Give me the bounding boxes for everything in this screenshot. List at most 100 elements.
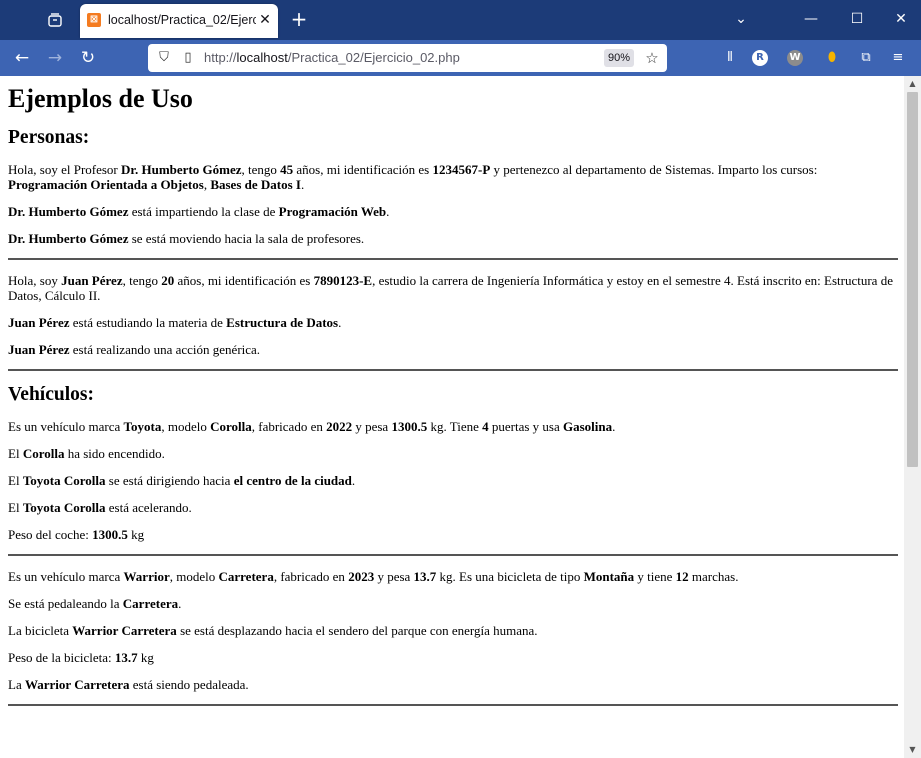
text-run: y tiene bbox=[634, 569, 676, 584]
bold-value: 12 bbox=[675, 569, 689, 584]
bold-value: Warrior bbox=[123, 569, 170, 584]
minimize-icon[interactable]: — bbox=[794, 8, 828, 30]
vehiculo2-siendo: La Warrior Carretera está siendo pedalea… bbox=[8, 677, 898, 692]
text-run: Hola, soy bbox=[8, 273, 62, 288]
vehiculo2-intro: Es un vehículo marca Warrior, modelo Car… bbox=[8, 569, 898, 584]
text-run: y pertenezco al departamento de Sistemas… bbox=[490, 162, 818, 177]
page-content: Ejemplos de Uso Personas: Hola, soy el P… bbox=[0, 76, 904, 706]
page-info-icon[interactable]: ▯ bbox=[180, 50, 196, 66]
bold-value: 13.7 bbox=[114, 650, 138, 665]
library-icon[interactable]: ⫴ bbox=[720, 48, 740, 68]
extension-w-icon[interactable]: W bbox=[787, 50, 803, 66]
maximize-icon[interactable]: ☐ bbox=[840, 8, 874, 30]
text-run: kg bbox=[137, 650, 154, 665]
bold-value: Juan Pérez bbox=[8, 342, 70, 357]
text-run: y pesa bbox=[352, 419, 392, 434]
text-run: ha sido encendido. bbox=[64, 446, 165, 461]
bold-value: Carretera bbox=[122, 596, 179, 611]
bold-value: Gasolina bbox=[562, 419, 613, 434]
bold-value: Warrior Carretera bbox=[72, 623, 177, 638]
text-run: El bbox=[8, 500, 23, 515]
hamburger-menu-icon[interactable]: ≡ bbox=[888, 48, 908, 68]
new-tab-button[interactable]: + bbox=[288, 8, 310, 30]
vehiculo1-encendido: El Corolla ha sido encendido. bbox=[8, 446, 898, 461]
bold-value: el centro de la ciudad bbox=[233, 473, 352, 488]
page-viewport: Ejemplos de Uso Personas: Hola, soy el P… bbox=[0, 76, 904, 758]
bold-value: Toyota bbox=[123, 419, 162, 434]
forward-arrow-icon[interactable]: → bbox=[43, 46, 67, 70]
divider bbox=[8, 258, 898, 260]
page-title: Ejemplos de Uso bbox=[8, 84, 193, 113]
persona1-mueve: Dr. Humberto Gómez se está moviendo haci… bbox=[8, 231, 898, 246]
vehiculo1-acelera: El Toyota Corolla está acelerando. bbox=[8, 500, 898, 515]
text-run: El bbox=[8, 446, 23, 461]
text-run: y pesa bbox=[374, 569, 414, 584]
persona1-intro: Hola, soy el Profesor Dr. Humberto Gómez… bbox=[8, 162, 898, 192]
back-arrow-icon[interactable]: ← bbox=[10, 46, 34, 70]
extension-r-icon[interactable]: R bbox=[752, 50, 768, 66]
text-run: . bbox=[351, 473, 356, 488]
persona1-clase: Dr. Humberto Gómez está impartiendo la c… bbox=[8, 204, 898, 219]
extension-shield-icon[interactable]: ⬮ bbox=[822, 48, 842, 68]
address-bar[interactable]: ⛉ ▯ http://localhost/Practica_02/Ejercic… bbox=[148, 44, 667, 72]
text-run: . bbox=[338, 315, 342, 330]
text-run: se está dirigiendo hacia bbox=[105, 473, 234, 488]
text-run: Peso del coche: bbox=[8, 527, 93, 542]
text-run: . bbox=[178, 596, 182, 611]
bold-value: 1300.5 bbox=[92, 527, 128, 542]
text-run: , tengo bbox=[241, 162, 281, 177]
list-all-tabs-chevron-icon[interactable]: ⌄ bbox=[724, 8, 758, 30]
divider bbox=[8, 369, 898, 371]
text-run: La bicicleta bbox=[8, 623, 73, 638]
vehiculo1-peso: Peso del coche: 1300.5 kg bbox=[8, 527, 898, 542]
text-run: puertas y usa bbox=[488, 419, 563, 434]
text-run: Es un vehículo marca bbox=[8, 419, 124, 434]
extensions-puzzle-icon[interactable]: ⧉ bbox=[856, 48, 876, 68]
text-run: años, mi identificación es bbox=[174, 273, 314, 288]
bold-value: 13.7 bbox=[413, 569, 437, 584]
tab-overview-icon bbox=[48, 13, 62, 27]
bookmark-star-icon[interactable]: ☆ bbox=[644, 50, 660, 66]
bold-value: 45 bbox=[280, 162, 294, 177]
text-run: está realizando una acción genérica. bbox=[69, 342, 261, 357]
bold-value: 1300.5 bbox=[391, 419, 428, 434]
bold-value: Dr. Humberto Gómez bbox=[8, 204, 129, 219]
vehiculo2-pedalea: Se está pedaleando la Carretera. bbox=[8, 596, 898, 611]
divider bbox=[8, 554, 898, 556]
bold-value: Montaña bbox=[583, 569, 635, 584]
zoom-level-badge[interactable]: 90% bbox=[604, 49, 634, 67]
close-window-icon[interactable]: ✕ bbox=[884, 8, 918, 30]
text-run: Es un vehículo marca bbox=[8, 569, 124, 584]
active-tab[interactable]: ⊠ localhost/Practica_02/Ejercicio_0 ✕ bbox=[80, 4, 278, 38]
url-text[interactable]: http://localhost/Practica_02/Ejercicio_0… bbox=[204, 50, 460, 65]
bold-value: Bases de Datos I bbox=[210, 177, 301, 192]
scroll-down-arrow-icon[interactable]: ▼ bbox=[904, 744, 921, 756]
tab-strip: ⊠ localhost/Practica_02/Ejercicio_0 ✕ + … bbox=[0, 0, 921, 40]
vertical-scrollbar[interactable]: ▲ ▼ bbox=[904, 76, 921, 758]
bold-value: 1234567-P bbox=[432, 162, 491, 177]
bold-value: Programación Web bbox=[278, 204, 387, 219]
text-run: kg. Es una bicicleta de tipo bbox=[436, 569, 584, 584]
tracking-shield-icon[interactable]: ⛉ bbox=[156, 50, 172, 66]
persona2-estudia: Juan Pérez está estudiando la materia de… bbox=[8, 315, 898, 330]
text-run: se está desplazando hacia el sendero del… bbox=[176, 623, 538, 638]
bold-value: Toyota Corolla bbox=[22, 473, 106, 488]
bold-value: 2023 bbox=[348, 569, 375, 584]
text-run: , modelo bbox=[169, 569, 219, 584]
tab-overview-button[interactable] bbox=[40, 6, 70, 34]
bold-value: Toyota Corolla bbox=[22, 500, 106, 515]
vehiculo1-dirige: El Toyota Corolla se está dirigiendo hac… bbox=[8, 473, 898, 488]
text-run: . bbox=[612, 419, 616, 434]
bold-value: Juan Pérez bbox=[61, 273, 123, 288]
text-run: La bbox=[8, 677, 25, 692]
text-run: Peso de la bicicleta: bbox=[8, 650, 115, 665]
reload-icon[interactable]: ↻ bbox=[76, 46, 100, 70]
persona2-intro: Hola, soy Juan Pérez, tengo 20 años, mi … bbox=[8, 273, 898, 303]
bold-value: Carretera bbox=[218, 569, 274, 584]
text-run: El bbox=[8, 473, 23, 488]
scroll-up-arrow-icon[interactable]: ▲ bbox=[904, 78, 921, 90]
scrollbar-thumb[interactable] bbox=[907, 92, 918, 467]
text-run: se está moviendo hacia la sala de profes… bbox=[128, 231, 365, 246]
text-run: kg bbox=[127, 527, 145, 542]
tab-close-icon[interactable]: ✕ bbox=[256, 11, 274, 29]
